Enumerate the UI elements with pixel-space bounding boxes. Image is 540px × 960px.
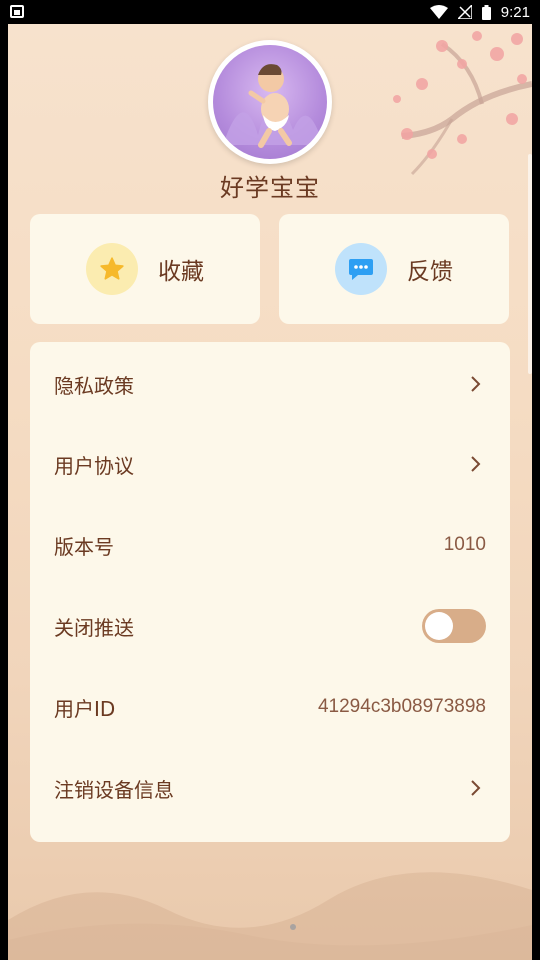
feedback-label: 反馈 (407, 259, 453, 285)
deregister-label: 注销设备信息 (54, 777, 174, 802)
version-row: 版本号 1010 (30, 505, 510, 585)
scrollbar[interactable] (528, 154, 532, 374)
user-id-label: 用户ID (54, 696, 116, 721)
feedback-button[interactable]: 反馈 (279, 214, 509, 324)
push-row: 关闭推送 (30, 586, 510, 666)
status-icons: 9:21 (429, 2, 530, 22)
favorites-label: 收藏 (158, 259, 204, 285)
favorites-button[interactable]: 收藏 (30, 214, 260, 324)
avatar-image (213, 45, 327, 159)
plum-blossom-decoration (393, 31, 532, 176)
version-label: 版本号 (54, 534, 114, 559)
user-id-row: 用户ID 41294c3b08973898 (30, 667, 510, 747)
profile-screen[interactable]: 好学宝宝 收藏 反馈 隐私政策 用户协议 版本号 1010 关闭推送 用户ID … (8, 24, 532, 960)
battery-icon (481, 4, 491, 20)
deregister-row[interactable]: 注销设备信息 (30, 748, 510, 828)
status-bar: 9:21 (0, 0, 540, 24)
version-value: 1010 (443, 534, 486, 555)
user-id-value: 41294c3b08973898 (317, 696, 486, 717)
page-indicator-dot (290, 924, 296, 930)
privacy-policy-row[interactable]: 隐私政策 (30, 344, 510, 424)
chevron-right-icon (466, 454, 486, 474)
star-icon (86, 243, 138, 295)
toggle-knob (425, 612, 453, 640)
image-notification-icon (10, 5, 24, 18)
settings-list: 隐私政策 用户协议 版本号 1010 关闭推送 用户ID 41294c3b089… (30, 342, 510, 842)
user-agreement-label: 用户协议 (54, 453, 134, 478)
privacy-policy-label: 隐私政策 (54, 373, 134, 398)
chat-icon (335, 243, 387, 295)
nickname: 好学宝宝 (220, 174, 320, 202)
status-time: 9:21 (500, 3, 530, 21)
push-toggle[interactable] (422, 609, 486, 643)
no-signal-icon (457, 5, 472, 19)
user-agreement-row[interactable]: 用户协议 (30, 424, 510, 504)
avatar[interactable] (208, 40, 332, 164)
chevron-right-icon (466, 778, 486, 798)
chevron-right-icon (466, 374, 486, 394)
push-label: 关闭推送 (54, 615, 134, 640)
wifi-icon (429, 5, 448, 19)
